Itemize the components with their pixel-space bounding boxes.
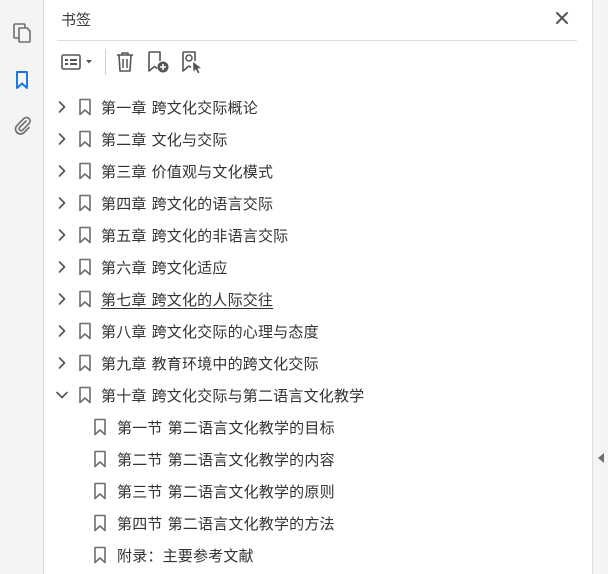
bookmark-item[interactable]: 第七章 跨文化的人际交往 <box>45 283 592 315</box>
bookmarks-panel: 书签 第一章 跨文化交际概论 第二章 文化与交际 第三章 价值观与文化模式 第四… <box>45 0 592 574</box>
bookmark-label[interactable]: 第六章 跨文化适应 <box>101 257 228 278</box>
bookmark-item[interactable]: 第六章 跨文化适应 <box>45 251 592 283</box>
pane-collapse-strip[interactable] <box>592 0 608 574</box>
chevron-right-icon[interactable] <box>55 164 69 178</box>
header-divider <box>57 40 577 41</box>
bookmarks-toolbar <box>57 47 577 77</box>
bookmark-label[interactable]: 第一节 第二语言文化教学的目标 <box>117 417 335 438</box>
bookmark-item[interactable]: 第二章 文化与交际 <box>45 123 592 155</box>
chevron-right-icon[interactable] <box>55 260 69 274</box>
bookmark-icon <box>93 450 107 468</box>
bookmark-subitem[interactable]: 第三节 第二语言文化教学的原则 <box>45 475 592 507</box>
chevron-right-icon[interactable] <box>55 132 69 146</box>
bookmark-icon <box>78 354 92 372</box>
bookmark-label[interactable]: 第四章 跨文化的语言交际 <box>101 193 273 214</box>
pages-icon <box>13 23 31 43</box>
chevron-right-icon[interactable] <box>55 228 69 242</box>
bookmark-icon <box>78 258 92 276</box>
bookmark-item[interactable]: 第五章 跨文化的非语言交际 <box>45 219 592 251</box>
close-panel-button[interactable] <box>553 9 571 27</box>
bookmark-label[interactable]: 第七章 跨文化的人际交往 <box>101 289 273 310</box>
bookmark-subitem[interactable]: 第一节 第二语言文化教学的目标 <box>45 411 592 443</box>
chevron-right-icon[interactable] <box>55 196 69 210</box>
bookmark-subitem[interactable]: 第四节 第二语言文化教学的方法 <box>45 507 592 539</box>
navigation-rail <box>0 0 44 574</box>
chevron-right-icon[interactable] <box>55 356 69 370</box>
bookmark-icon <box>93 418 107 436</box>
chevron-down-icon[interactable] <box>55 388 69 402</box>
bookmark-label[interactable]: 第五章 跨文化的非语言交际 <box>101 225 288 246</box>
options-menu-button[interactable] <box>59 49 97 75</box>
close-icon <box>556 12 568 24</box>
panel-title: 书签 <box>61 11 92 29</box>
bookmark-icon <box>78 194 92 212</box>
bookmark-label[interactable]: 第三节 第二语言文化教学的原则 <box>117 481 335 502</box>
chevron-right-icon[interactable] <box>55 324 69 338</box>
bookmark-icon <box>78 322 92 340</box>
bookmark-icon <box>78 226 92 244</box>
bookmark-icon <box>16 71 28 89</box>
bookmark-icon <box>78 130 92 148</box>
bookmark-item[interactable]: 第一章 跨文化交际概论 <box>45 91 592 123</box>
bookmark-label[interactable]: 第三章 价值观与文化模式 <box>101 161 273 182</box>
bookmark-label[interactable]: 附录：主要参考文献 <box>117 545 254 566</box>
bookmark-icon <box>78 98 92 116</box>
bookmark-item[interactable]: 第三章 价值观与文化模式 <box>45 155 592 187</box>
trash-icon <box>117 52 133 72</box>
new-bookmark-button[interactable] <box>145 49 171 75</box>
bookmark-label[interactable]: 第九章 教育环境中的跨文化交际 <box>101 353 319 374</box>
collapse-arrow-icon[interactable] <box>596 452 606 464</box>
toolbar-separator <box>105 49 106 75</box>
bookmark-icon <box>78 162 92 180</box>
paperclip-icon <box>14 116 31 135</box>
bookmark-label[interactable]: 第十章 跨文化交际与第二语言文化教学 <box>101 385 364 406</box>
bookmark-item[interactable]: 第四章 跨文化的语言交际 <box>45 187 592 219</box>
bookmark-subitem[interactable]: 附录：主要参考文献 <box>45 539 592 571</box>
panel-header: 书签 <box>45 0 592 40</box>
bookmark-item[interactable]: 第十章 跨文化交际与第二语言文化教学 <box>45 379 592 411</box>
attachments-button[interactable] <box>8 111 36 139</box>
bookmark-icon <box>93 514 107 532</box>
page-thumbnails-button[interactable] <box>8 19 36 47</box>
bookmark-label[interactable]: 第一章 跨文化交际概论 <box>101 97 258 118</box>
bookmark-label[interactable]: 第二节 第二语言文化教学的内容 <box>117 449 335 470</box>
chevron-right-icon[interactable] <box>55 100 69 114</box>
bookmark-icon <box>93 482 107 500</box>
bookmarks-pane-window: 书签 第一章 跨文化交际概论 第二章 文化与交际 第三章 价值观与文化模式 第四… <box>0 0 608 574</box>
chevron-right-icon[interactable] <box>55 292 69 306</box>
bookmark-from-selection-icon <box>182 51 201 74</box>
bookmarks-button[interactable] <box>8 66 36 94</box>
delete-bookmark-button[interactable] <box>113 49 137 75</box>
bookmark-tree: 第一章 跨文化交际概论 第二章 文化与交际第三章 价值观与文化模式 第四章 跨文化的… <box>45 91 592 571</box>
add-bookmark-icon <box>148 51 169 73</box>
bookmark-item[interactable]: 第九章 教育环境中的跨文化交际 <box>45 347 592 379</box>
bookmark-icon <box>78 290 92 308</box>
bookmark-item[interactable]: 第八章 跨文化交际的心理与态度 <box>45 315 592 347</box>
bookmark-from-selection-button[interactable] <box>179 49 205 75</box>
bookmark-label[interactable]: 第八章 跨文化交际的心理与态度 <box>101 321 319 342</box>
bookmark-label[interactable]: 第二章 文化与交际 <box>101 129 228 150</box>
bookmark-icon <box>93 546 107 564</box>
bookmark-icon <box>78 386 92 404</box>
bookmark-subitem[interactable]: 第二节 第二语言文化教学的内容 <box>45 443 592 475</box>
bookmark-label[interactable]: 第四节 第二语言文化教学的方法 <box>117 513 335 534</box>
options-menu-icon <box>61 54 92 70</box>
